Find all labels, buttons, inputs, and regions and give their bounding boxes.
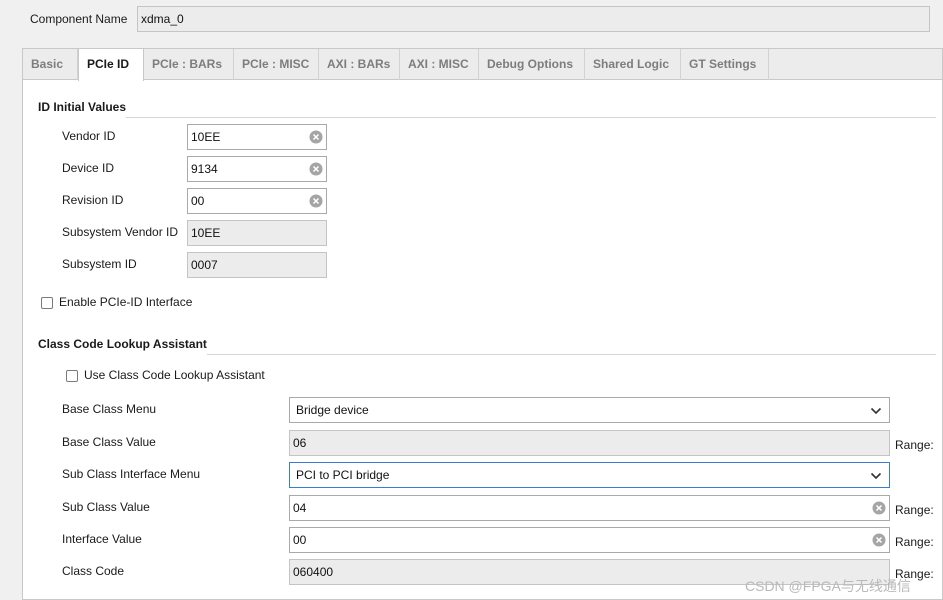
component-name-label: Component Name [30,12,128,26]
sub-class-interface-menu-label: Sub Class Interface Menu [62,467,201,481]
tab-label: PCIe ID [87,57,130,71]
interface-value-label: Interface Value [62,532,142,546]
subsystem-id-label: Subsystem ID [62,257,137,271]
sub-class-value-label: Sub Class Value [62,500,150,514]
tab-axi-bars[interactable]: AXI : BARs [319,49,400,80]
tab-pcie-bars[interactable]: PCIe : BARs [144,49,234,80]
subsystem-vendor-id-value: 10EE [191,226,221,240]
vendor-id-label: Vendor ID [62,129,116,143]
sub-class-value-input[interactable]: 04 [289,495,890,521]
component-name-input[interactable]: xdma_0 [137,6,930,32]
tab-debug-options[interactable]: Debug Options [479,49,585,80]
subsystem-id-value: 0007 [191,258,218,272]
base-class-menu-select[interactable]: Bridge device [289,397,890,423]
enable-pcie-id-interface-checkbox[interactable] [41,297,53,309]
class-code-text: 060400 [293,565,334,579]
tab-label: PCIe : BARs [152,57,223,71]
device-id-label: Device ID [62,161,115,175]
tab-label: PCIe : MISC [242,57,310,71]
chevron-down-icon [870,472,882,480]
tab-bar: Basic PCIe ID PCIe : BARs PCIe : MISC AX… [23,49,942,81]
base-class-menu-value: Bridge device [296,403,369,417]
class-section-title: Class Code Lookup Assistant [38,337,207,351]
interface-value-text: 00 [293,533,307,547]
subsystem-vendor-id-field: 10EE [187,220,327,246]
revision-id-input[interactable]: 00 [187,188,327,214]
tab-gt-settings[interactable]: GT Settings [681,49,769,80]
class-code-label: Class Code [62,564,125,578]
base-class-value-text: 06 [293,436,307,450]
class-section-divider [207,354,936,355]
base-class-menu-label: Base Class Menu [62,402,157,416]
clear-icon[interactable] [872,533,886,547]
tab-label: Debug Options [487,57,573,71]
sub-class-interface-menu-value: PCI to PCI bridge [296,468,390,482]
clear-icon[interactable] [309,130,323,144]
subsystem-vendor-id-label: Subsystem Vendor ID [62,225,179,239]
vendor-id-input[interactable]: 10EE [187,124,327,150]
sub-class-interface-menu-select[interactable]: PCI to PCI bridge [289,462,890,488]
id-section-divider [126,117,936,118]
tab-shared-logic[interactable]: Shared Logic [585,49,681,80]
tab-pcie-id[interactable]: PCIe ID [78,49,144,81]
subsystem-id-field: 0007 [187,252,327,278]
chevron-down-icon [870,407,882,415]
tab-axi-misc[interactable]: AXI : MISC [400,49,479,80]
tab-pcie-misc[interactable]: PCIe : MISC [234,49,319,80]
tab-label: Basic [31,57,64,71]
watermark: CSDN @FPGA与无线通信 [745,578,911,594]
use-class-code-assistant-label: Use Class Code Lookup Assistant [84,368,265,382]
tab-label: Shared Logic [593,57,670,71]
use-class-code-assistant-checkbox[interactable] [66,370,78,382]
tab-basic[interactable]: Basic [23,49,78,80]
component-name-value: xdma_0 [141,12,184,26]
device-id-value: 9134 [191,162,218,176]
revision-id-label: Revision ID [62,193,124,207]
base-class-value-label: Base Class Value [62,435,156,449]
enable-pcie-id-interface-label: Enable PCIe-ID Interface [59,295,193,309]
revision-id-value: 00 [191,194,205,208]
tab-label: GT Settings [689,57,757,71]
interface-value-range: Range: [895,535,934,549]
clear-icon[interactable] [309,162,323,176]
tab-label: AXI : BARs [327,57,391,71]
device-id-input[interactable]: 9134 [187,156,327,182]
clear-icon[interactable] [872,501,886,515]
sub-class-value-text: 04 [293,501,307,515]
vendor-id-value: 10EE [191,130,221,144]
clear-icon[interactable] [309,194,323,208]
interface-value-input[interactable]: 00 [289,527,890,553]
sub-class-value-range: Range: [895,503,934,517]
base-class-value-field: 06 [289,430,890,456]
tab-label: AXI : MISC [408,57,469,71]
base-class-value-range: Range: [895,438,934,452]
id-section-title: ID Initial Values [38,100,127,114]
